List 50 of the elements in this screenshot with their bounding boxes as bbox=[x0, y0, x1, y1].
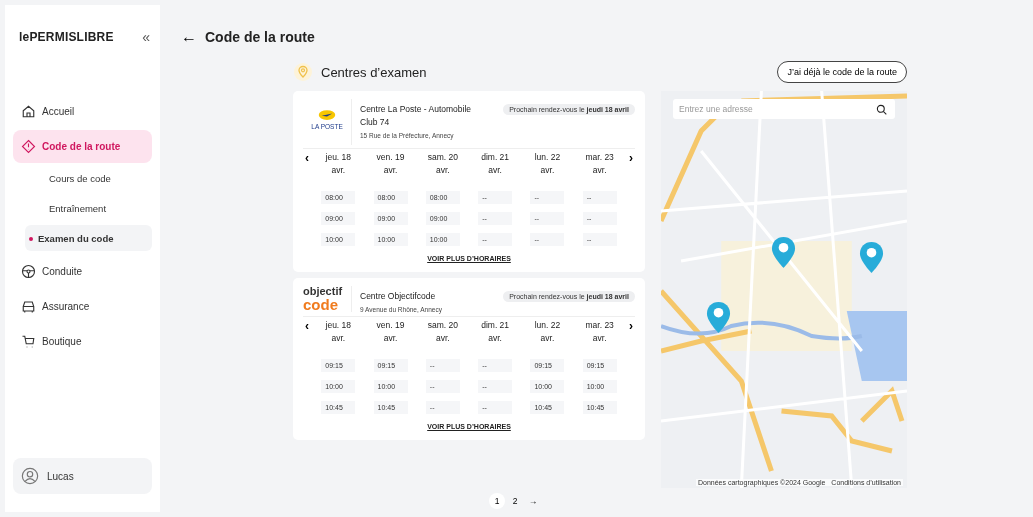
map-pin-icon[interactable] bbox=[771, 236, 796, 269]
page-button[interactable]: 2 bbox=[507, 493, 523, 509]
search-icon[interactable] bbox=[876, 104, 887, 115]
previous-button[interactable]: ‹ bbox=[303, 151, 311, 165]
day-header: ven. 19 avr. bbox=[375, 151, 406, 177]
day-header: lun. 22 avr. bbox=[533, 319, 562, 345]
day-header: sam. 20 avr. bbox=[426, 151, 459, 177]
day-header: sam. 20 avr. bbox=[426, 319, 459, 345]
warning-sign-icon bbox=[21, 139, 36, 154]
next-button[interactable]: › bbox=[626, 319, 635, 333]
nav-item[interactable]: Code de la route bbox=[13, 130, 152, 163]
logo-text: code bbox=[303, 297, 338, 312]
user-button[interactable]: Lucas bbox=[13, 458, 152, 494]
page-title: Code de la route bbox=[205, 29, 315, 45]
day-header: ven. 19 avr. bbox=[375, 319, 406, 345]
nav-subitem[interactable]: Cours de code bbox=[25, 165, 152, 191]
nav-subitem[interactable]: Examen du code bbox=[25, 225, 152, 251]
bird-logo-icon bbox=[318, 109, 336, 121]
day-header: jeu. 18 avr. bbox=[324, 151, 353, 177]
address-search-field[interactable]: Entrez une adresse bbox=[673, 99, 895, 119]
next-page-button[interactable]: → bbox=[525, 493, 541, 509]
house-icon bbox=[21, 104, 36, 119]
nav-item[interactable]: Boutique bbox=[13, 325, 152, 358]
day-header: dim. 21 avr. bbox=[480, 319, 511, 345]
page-button[interactable]: 1 bbox=[489, 493, 505, 509]
day-header: mar. 23 avr. bbox=[584, 319, 615, 345]
center-name: Centre La Poste - Automobile Club 74 bbox=[360, 103, 473, 129]
code-already-button[interactable]: J’ai déjà le code de la route bbox=[777, 61, 907, 83]
collapse-button[interactable]: « bbox=[142, 29, 150, 45]
center-name: Centre Objectifcode bbox=[360, 290, 437, 303]
day-header: mar. 23 avr. bbox=[584, 151, 615, 177]
location-pin-icon bbox=[293, 62, 313, 82]
nav-subitem[interactable]: Entraînement bbox=[25, 195, 152, 221]
steering-wheel-icon bbox=[21, 264, 36, 279]
section-title: Centres d’examen bbox=[321, 64, 428, 80]
nav-item[interactable]: Conduite bbox=[13, 255, 152, 288]
nav-item[interactable]: Assurance bbox=[13, 290, 152, 323]
day-header: jeu. 18 avr. bbox=[324, 319, 353, 345]
map-pin-icon[interactable] bbox=[706, 301, 731, 334]
logo-text: objectif bbox=[303, 286, 344, 297]
back-button[interactable]: ← bbox=[181, 28, 197, 46]
map-pin-icon[interactable] bbox=[859, 241, 884, 274]
user-avatar-icon bbox=[21, 467, 39, 485]
day-header: lun. 22 avr. bbox=[533, 151, 562, 177]
previous-button[interactable]: ‹ bbox=[303, 319, 311, 333]
day-header: dim. 21 avr. bbox=[480, 151, 511, 177]
car-icon bbox=[21, 299, 36, 314]
brand-logo[interactable]: lePERMISLIBRE bbox=[19, 30, 114, 44]
next-button[interactable]: › bbox=[626, 151, 635, 165]
nav-item[interactable]: Accueil bbox=[13, 95, 152, 128]
